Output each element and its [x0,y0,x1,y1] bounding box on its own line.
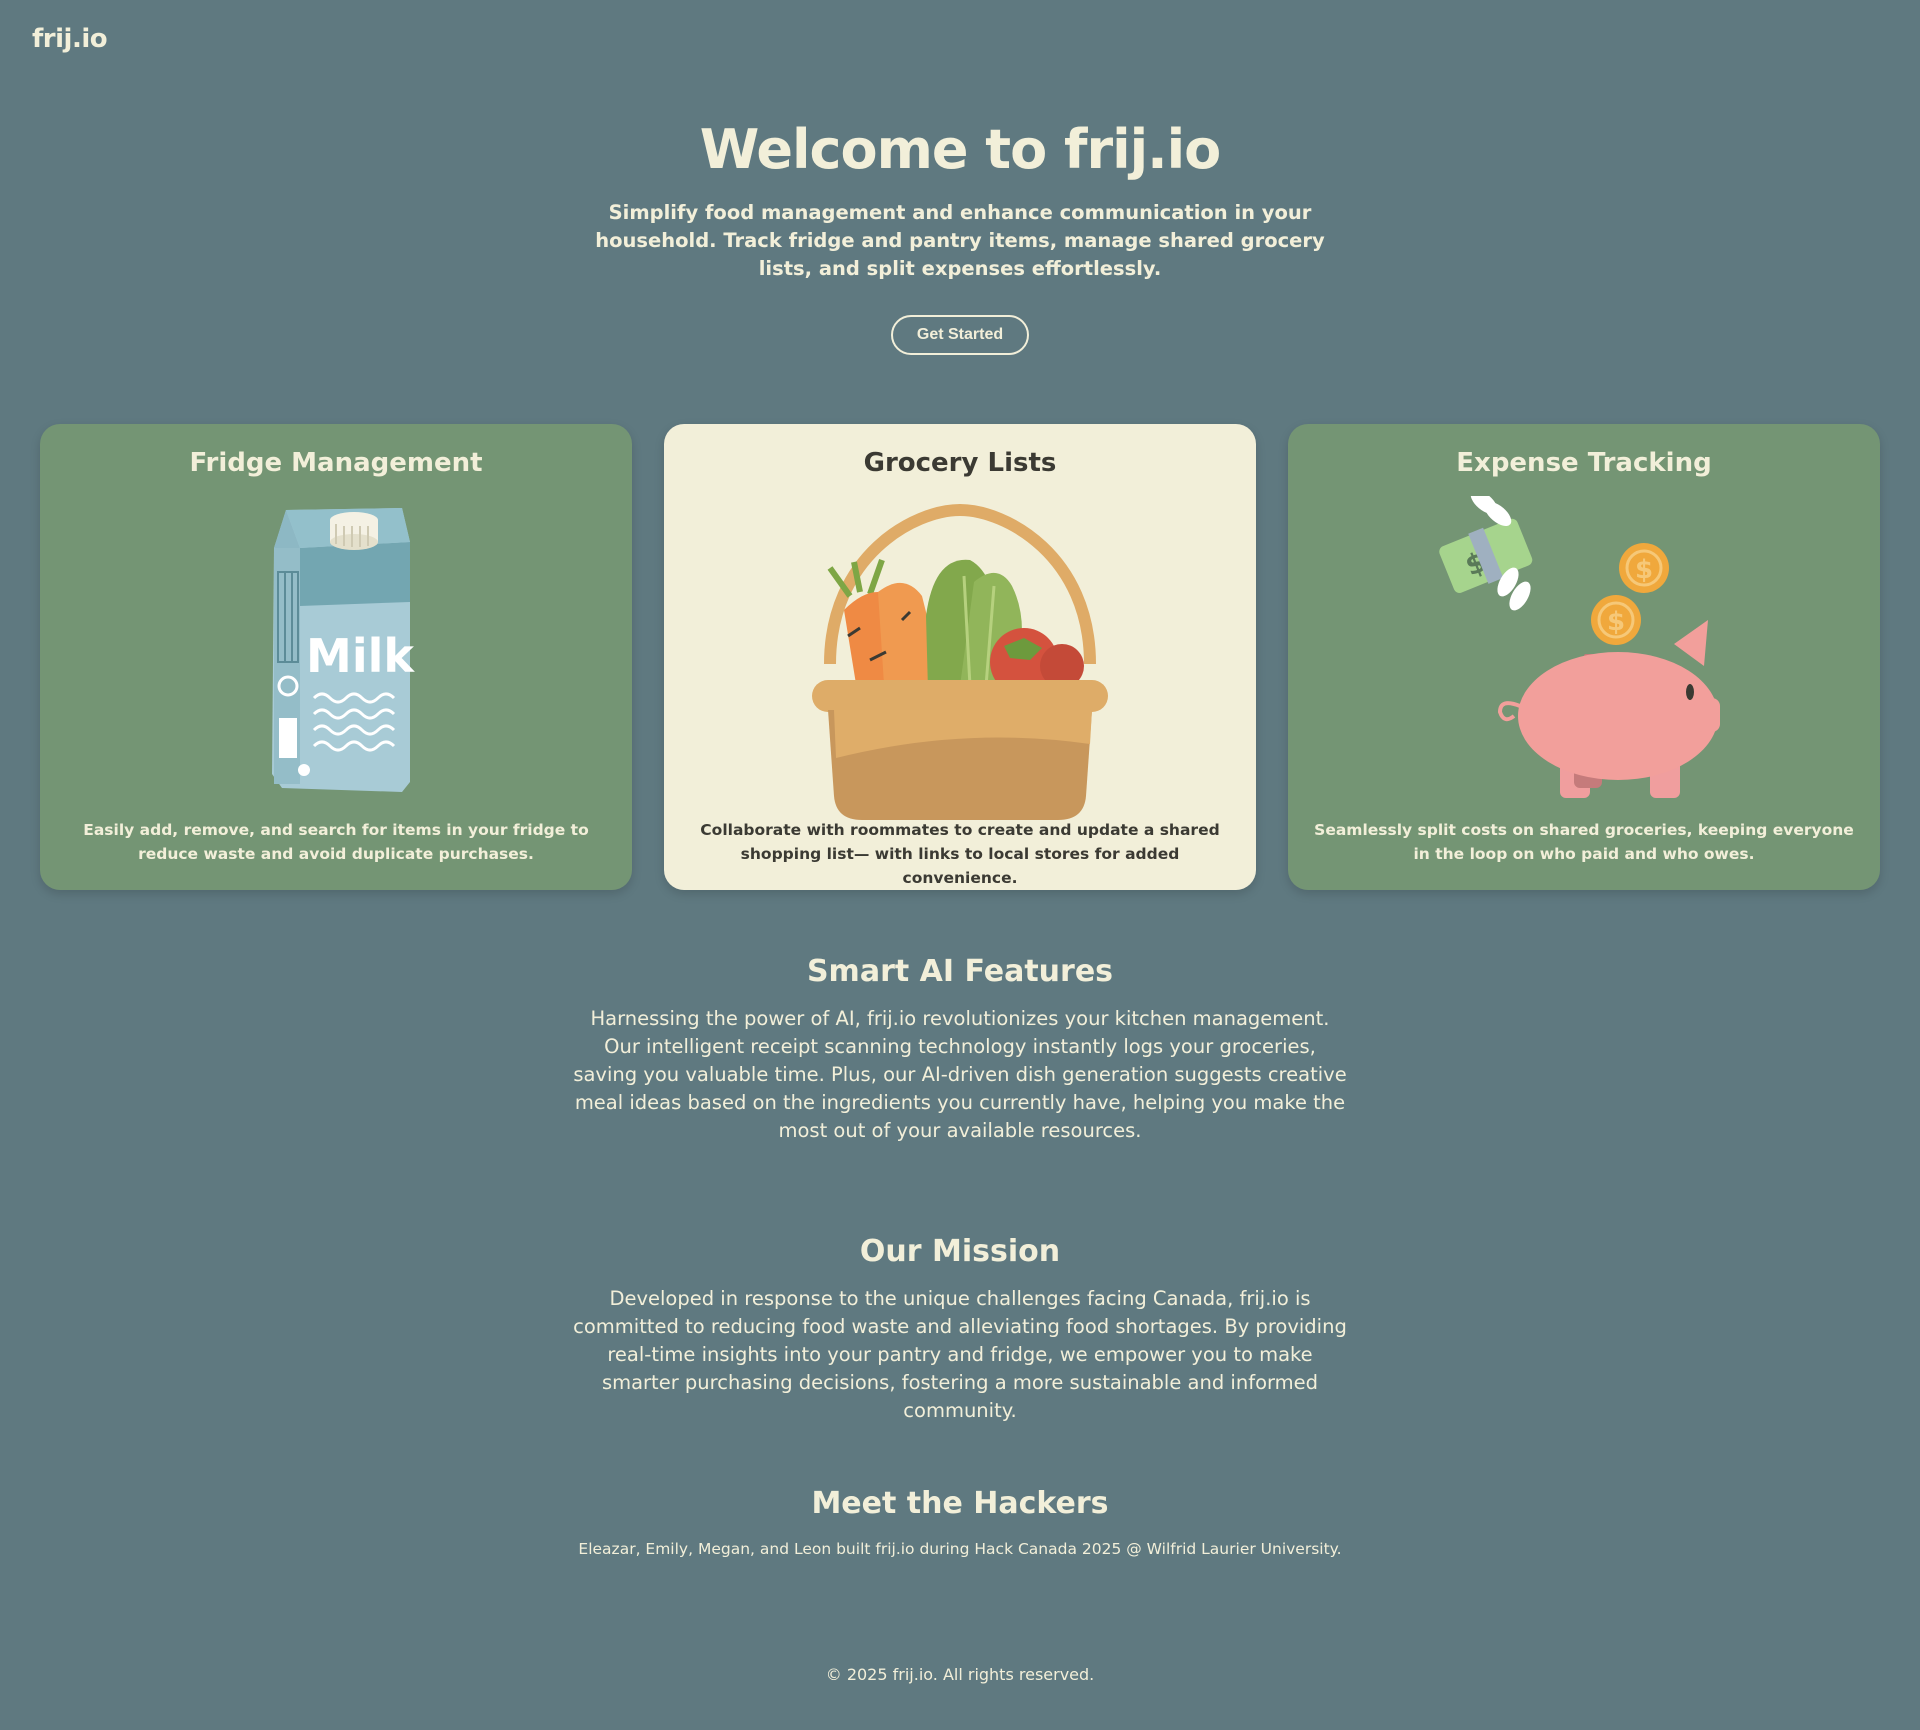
hero-title: Welcome to frij.io [699,118,1222,181]
ai-section: Smart AI Features Harnessing the power o… [0,954,1920,1145]
feature-card-description: Seamlessly split costs on shared groceri… [1314,821,1854,863]
feature-card-title: Expense Tracking [1456,448,1712,478]
mission-body: Developed in response to the unique chal… [573,1287,1347,1422]
svg-text:$: $ [1635,555,1653,585]
grocery-basket-icon [812,503,1108,820]
team-title: Meet the Hackers [811,1486,1109,1521]
feature-cards: Fridge Management Milk Easily add, remov… [40,424,1880,890]
feature-card-description: Collaborate with roommates to create and… [700,821,1220,887]
svg-text:$: $ [1607,607,1625,637]
footer-copyright: © 2025 frij.io. All rights reserved. [825,1665,1095,1684]
team-section: Meet the Hackers Eleazar, Emily, Megan, … [0,1486,1920,1563]
mission-section: Our Mission Developed in response to the… [0,1234,1920,1425]
svg-text:Milk: Milk [306,629,415,683]
milk-carton-icon: Milk [272,508,415,792]
feature-card-title: Grocery Lists [863,448,1057,478]
piggy-bank-icon: $ $ $ [1439,496,1720,798]
feature-card-fridge: Fridge Management Milk Easily add, remov… [40,424,632,890]
ai-title: Smart AI Features [806,954,1114,989]
ai-body: Harnessing the power of AI, frij.io revo… [573,1007,1347,1142]
feature-card-title: Fridge Management [189,448,483,478]
feature-card-grocery: Grocery Lists Collaborate with roommates… [664,424,1256,890]
mission-title: Our Mission [859,1234,1061,1269]
hero-section: Welcome to frij.io Simplify food managem… [0,118,1920,355]
team-body: Eleazar, Emily, Megan, and Leon built fr… [578,1540,1342,1558]
hero-subtitle: Simplify food management and enhance com… [595,201,1325,280]
feature-card-expense: Expense Tracking $ $ $ Seamlessly split … [1288,424,1880,890]
site-logo[interactable]: frij.io [32,24,108,54]
feature-card-description: Easily add, remove, and search for items… [83,821,589,863]
get-started-button[interactable]: Get Started [890,315,1030,355]
